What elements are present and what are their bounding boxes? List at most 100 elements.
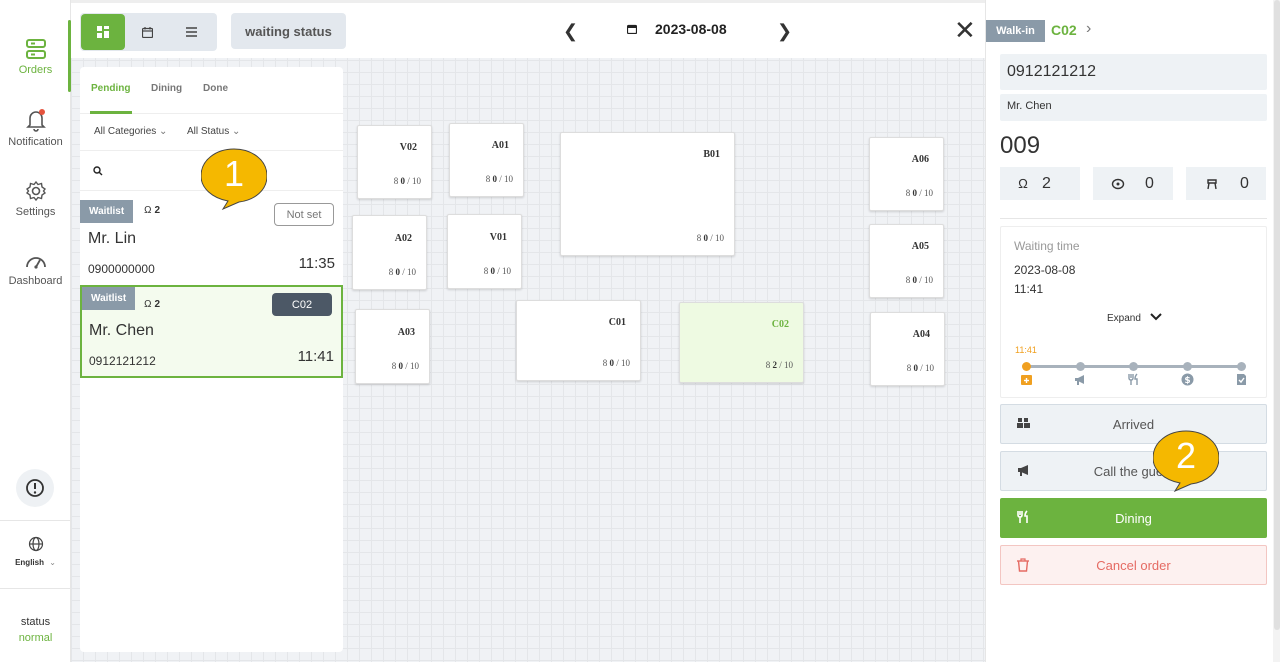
status-badge: Waitlist <box>80 200 134 223</box>
view-calendar-button[interactable] <box>125 14 169 50</box>
megaphone-icon <box>1075 375 1084 385</box>
waiting-time-section: Waiting time 2023-08-08 11:41 Expand 11:… <box>1000 226 1267 398</box>
current-date: 2023-08-08 <box>655 21 727 37</box>
nav-settings-label: Settings <box>15 206 56 218</box>
order-card-lin[interactable]: Waitlist Ω 2 Not set Mr. Lin 0900000000 … <box>80 200 343 293</box>
table-capacity: 8 0 / 10 <box>905 188 933 198</box>
nav-settings[interactable]: Settings <box>0 180 71 218</box>
category-filter[interactable]: All Categories ⌄ <box>94 126 167 137</box>
table-capacity: 8 0 / 10 <box>388 267 416 277</box>
assigned-table[interactable]: C02 <box>1051 22 1077 38</box>
arrived-button-label: Arrived <box>1112 416 1155 432</box>
megaphone-icon <box>1018 465 1028 476</box>
order-card-chen[interactable]: Waitlist Ω 2 C02 Mr. Chen 0912121212 11:… <box>80 285 343 378</box>
trash-icon <box>1017 558 1029 572</box>
callout-number: 1 <box>223 153 245 194</box>
adult-count[interactable]: Ω 2 <box>1000 167 1080 200</box>
timeline-step-done <box>1237 362 1246 371</box>
prev-date-button[interactable]: ❮ <box>563 21 578 42</box>
table-v02[interactable]: V02 8 0 / 10 <box>357 125 432 199</box>
tab-pending[interactable]: Pending <box>91 83 130 94</box>
callout-marker-1: 1 <box>201 148 267 210</box>
chair-count-value: 0 <box>1240 174 1249 192</box>
date-display[interactable]: 2023-08-08 <box>627 21 727 37</box>
baby-icon <box>1111 178 1125 189</box>
globe-icon <box>28 536 43 552</box>
nav-dashboard[interactable]: Dashboard <box>0 251 71 287</box>
table-capacity: 8 0 / 10 <box>906 363 934 373</box>
table-a03[interactable]: A03 8 0 / 10 <box>355 309 430 384</box>
table-b01[interactable]: B01 8 0 / 10 <box>560 132 735 256</box>
table-name: A05 <box>911 241 929 252</box>
table-v01[interactable]: V01 8 0 / 10 <box>447 214 522 289</box>
help-button[interactable] <box>16 469 54 507</box>
view-list-button[interactable] <box>169 14 213 50</box>
bell-icon <box>25 109 46 132</box>
arrived-button[interactable]: Arrived <box>1000 404 1267 444</box>
view-floor-button[interactable] <box>81 14 125 50</box>
name-field[interactable]: Mr. Chen <box>1000 94 1267 121</box>
dining-button[interactable]: Dining <box>1000 498 1267 538</box>
table-a05[interactable]: A05 8 0 / 10 <box>869 224 944 298</box>
table-capacity: 8 0 / 10 <box>391 361 419 371</box>
cancel-order-button[interactable]: Cancel order <box>1000 545 1267 585</box>
waiting-status-button[interactable]: waiting status <box>231 13 346 49</box>
phone-field[interactable]: 0912121212 <box>1000 54 1267 90</box>
child-count[interactable]: 0 <box>1093 167 1173 200</box>
table-a01[interactable]: A01 8 0 / 10 <box>449 123 524 197</box>
table-c02[interactable]: C02 8 2 / 10 <box>679 302 804 383</box>
status-value: normal <box>18 632 53 644</box>
nav-divider <box>0 588 71 589</box>
chevron-down-icon <box>1149 313 1162 321</box>
person-icon: Ω <box>144 299 152 310</box>
svg-text:$: $ <box>1184 376 1190 386</box>
table-capacity: 8 0 / 10 <box>483 266 511 276</box>
table-tag: Not set <box>274 203 334 226</box>
table-name: B01 <box>703 149 720 160</box>
table-a04[interactable]: A04 8 0 / 10 <box>870 312 945 386</box>
table-name: A03 <box>397 327 415 338</box>
timeline-step-dining <box>1129 362 1138 371</box>
customer-name: Mr. Chen <box>89 322 154 339</box>
chevron-down-icon: ⌄ <box>232 126 241 137</box>
chevron-down-icon: ⌄ <box>49 558 56 567</box>
tab-dining[interactable]: Dining <box>151 83 182 94</box>
next-date-button[interactable]: ❯ <box>777 21 792 42</box>
tab-underline <box>90 111 132 114</box>
utensils-icon <box>1128 373 1138 385</box>
tab-done[interactable]: Done <box>203 83 228 94</box>
table-c01[interactable]: C01 8 0 / 10 <box>516 300 641 381</box>
table-capacity: 8 0 / 10 <box>905 275 933 285</box>
status-filter-label: All Status <box>187 126 230 137</box>
users-icon <box>1017 418 1030 428</box>
table-capacity: 8 0 / 10 <box>485 174 513 184</box>
order-type-badge: Walk-in <box>986 20 1045 42</box>
chevron-right-icon[interactable]: › <box>1086 20 1091 38</box>
language-selector[interactable]: English ⌄ <box>0 536 71 567</box>
language-label: English <box>15 558 44 567</box>
nav-dashboard-label: Dashboard <box>8 275 63 287</box>
close-icon[interactable]: ✕ <box>954 17 976 43</box>
high-chair-icon <box>1207 178 1217 189</box>
timeline-start-time: 11:41 <box>1015 345 1037 355</box>
chair-count[interactable]: 0 <box>1186 167 1266 200</box>
timeline-step-arrived <box>1022 362 1031 371</box>
expand-toggle[interactable]: Expand <box>1107 313 1162 324</box>
checklist-icon <box>1237 374 1246 385</box>
table-a02[interactable]: A02 8 0 / 10 <box>352 215 427 290</box>
orders-icon <box>25 39 46 59</box>
dollar-icon: $ <box>1181 373 1194 386</box>
table-a06[interactable]: A06 8 0 / 10 <box>869 137 944 211</box>
expand-label: Expand <box>1107 313 1141 324</box>
nav-notification[interactable]: Notification <box>0 108 71 148</box>
call-guest-button[interactable]: Call the guest <box>1000 451 1267 491</box>
chevron-down-icon: ⌄ <box>159 126 168 137</box>
nav-notification-label: Notification <box>8 136 63 148</box>
table-name: A06 <box>911 154 929 165</box>
person-icon: Ω <box>1018 176 1028 191</box>
status-filter[interactable]: All Status ⌄ <box>187 126 240 137</box>
table-capacity: 8 2 / 10 <box>765 360 793 370</box>
nav-orders[interactable]: Orders <box>0 38 71 76</box>
scrollbar-thumb[interactable] <box>1274 0 1280 630</box>
timeline-step-paid <box>1183 362 1192 371</box>
